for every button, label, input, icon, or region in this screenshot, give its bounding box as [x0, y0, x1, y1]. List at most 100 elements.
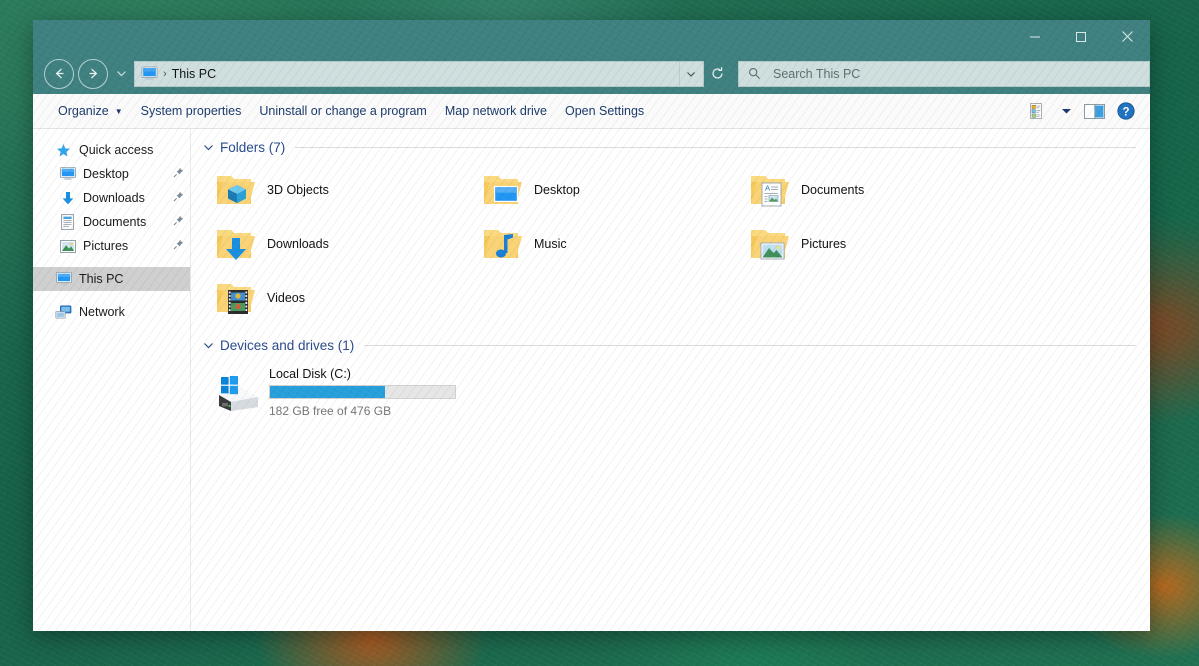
folders-group-title: Folders (7) — [220, 139, 286, 155]
help-button[interactable]: ? — [1111, 98, 1141, 124]
folder-downloads-icon — [217, 230, 255, 260]
maximize-button[interactable] — [1058, 20, 1104, 53]
pin-icon[interactable] — [173, 239, 184, 253]
drives-list: Local Disk (C:) 182 GB free of 476 GB — [201, 357, 1150, 419]
sidebar-item-network[interactable]: Network — [33, 300, 190, 324]
desktop-icon — [59, 166, 76, 183]
view-options-button[interactable] — [1024, 98, 1055, 124]
address-dropdown-button[interactable] — [679, 61, 701, 86]
toolbar-item-label: System properties — [140, 104, 242, 118]
svg-text:A: A — [765, 184, 770, 193]
toolbar-item-label: Uninstall or change a program — [259, 104, 427, 118]
sidebar-item-label: Downloads — [83, 191, 145, 205]
network-icon — [55, 304, 72, 321]
chevron-down-icon — [686, 71, 695, 77]
chevron-down-icon[interactable] — [203, 340, 214, 351]
group-divider — [295, 146, 1136, 148]
pin-icon[interactable] — [173, 167, 184, 181]
close-icon — [1121, 31, 1133, 42]
sidebar-item-quick-access[interactable]: Quick access — [33, 138, 190, 162]
drive-free-space: 182 GB free of 476 GB — [269, 404, 392, 418]
sidebar-item-label: Quick access — [79, 143, 154, 157]
this-pc-icon — [141, 66, 158, 80]
folder-item-label: Downloads — [267, 237, 329, 251]
maximize-icon — [1076, 31, 1086, 42]
toolbar-item-system-properties[interactable]: System properties — [132, 100, 251, 122]
close-button[interactable] — [1104, 20, 1150, 53]
devices-group-header[interactable]: Devices and drives (1) — [201, 333, 1150, 357]
preview-pane-button[interactable] — [1078, 98, 1111, 124]
downloads-icon — [59, 190, 76, 207]
command-toolbar: Organize ▼ System properties Uninstall o… — [33, 94, 1150, 129]
address-input[interactable]: › This PC — [134, 60, 704, 87]
sidebar-item-documents[interactable]: Documents — [33, 210, 190, 234]
folder-item-label: Music — [534, 237, 567, 251]
svg-text:?: ? — [1122, 106, 1129, 118]
recent-locations-button[interactable] — [112, 60, 130, 88]
chevron-down-icon: ▼ — [114, 106, 123, 116]
toolbar-item-organize[interactable]: Organize ▼ — [49, 100, 132, 122]
toolbar-item-map-network-drive[interactable]: Map network drive — [436, 100, 556, 122]
folder-item-videos[interactable]: Videos — [201, 271, 468, 325]
folder-desktop-icon — [484, 176, 522, 204]
title-bar — [33, 20, 1150, 53]
toolbar-item-label: Open Settings — [564, 104, 645, 118]
pin-icon[interactable] — [173, 215, 184, 229]
folder-item-downloads[interactable]: Downloads — [201, 217, 468, 271]
breadcrumb-separator: › — [163, 67, 167, 80]
file-explorer-window: › This PC Search This PC Organize ▼ Syst… — [33, 20, 1150, 631]
sidebar-item-downloads[interactable]: Downloads — [33, 186, 190, 210]
pictures-icon — [59, 238, 76, 255]
arrow-right-icon — [89, 68, 97, 79]
folder-videos-icon — [217, 284, 255, 314]
toolbar-item-open-settings[interactable]: Open Settings — [556, 100, 653, 122]
chevron-down-icon — [1062, 109, 1071, 114]
drive-name: Local Disk (C:) — [269, 367, 351, 381]
search-input[interactable]: Search This PC — [738, 60, 1150, 87]
folder-item-label: Pictures — [801, 237, 847, 251]
sidebar-item-label: This PC — [79, 272, 124, 286]
sidebar-item-pictures[interactable]: Pictures — [33, 234, 190, 258]
chevron-down-icon[interactable] — [203, 142, 214, 153]
drive-item-local-disk-c[interactable]: Local Disk (C:) 182 GB free of 476 GB — [201, 363, 1150, 419]
folder-music-icon — [484, 230, 522, 258]
minimize-button[interactable] — [1012, 20, 1058, 53]
folder-item-desktop[interactable]: Desktop — [468, 163, 735, 217]
preview-pane-icon — [1084, 103, 1105, 119]
drive-usage-fill — [270, 386, 385, 398]
refresh-icon — [711, 67, 723, 79]
view-options-icon — [1030, 102, 1042, 119]
content-pane: Folders (7) 3D Objects Desktop A Documen… — [191, 129, 1150, 631]
drive-usage-bar — [269, 385, 456, 399]
windows-drive-icon — [219, 376, 258, 411]
sidebar-item-label: Documents — [83, 215, 147, 229]
folder-item-documents[interactable]: A Documents — [735, 163, 1002, 217]
toolbar-item-uninstall-or-change-a-program[interactable]: Uninstall or change a program — [250, 100, 435, 122]
desktop-wallpaper: › This PC Search This PC Organize ▼ Syst… — [0, 0, 1199, 666]
sidebar-item-label: Pictures — [83, 239, 129, 253]
chevron-down-icon — [116, 71, 126, 77]
group-divider — [364, 344, 1136, 346]
back-button[interactable] — [44, 58, 74, 89]
drive-info: Local Disk (C:) 182 GB free of 476 GB — [269, 363, 456, 418]
folder-item-label: 3D Objects — [267, 183, 329, 197]
folder-item-pictures[interactable]: Pictures — [735, 217, 1002, 271]
sidebar-item-label: Desktop — [83, 167, 129, 181]
folders-group-header[interactable]: Folders (7) — [201, 135, 1150, 159]
search-placeholder: Search This PC — [773, 66, 861, 81]
folder-3d-objects-icon — [217, 176, 255, 204]
folder-item-3d-objects[interactable]: 3D Objects — [201, 163, 468, 217]
pin-icon[interactable] — [173, 191, 184, 205]
refresh-button[interactable] — [704, 61, 730, 87]
navigation-pane: Quick access Desktop Downloads Documents… — [33, 129, 191, 631]
arrow-left-icon — [55, 68, 63, 79]
toolbar-item-label: Organize — [58, 104, 109, 118]
forward-button[interactable] — [78, 58, 108, 89]
star-icon — [55, 142, 72, 159]
folder-item-label: Desktop — [534, 183, 580, 197]
sidebar-item-this-pc[interactable]: This PC — [33, 267, 190, 291]
devices-group-title: Devices and drives (1) — [220, 337, 355, 353]
folder-item-music[interactable]: Music — [468, 217, 735, 271]
sidebar-item-desktop[interactable]: Desktop — [33, 162, 190, 186]
view-options-dropdown-button[interactable] — [1055, 98, 1078, 124]
